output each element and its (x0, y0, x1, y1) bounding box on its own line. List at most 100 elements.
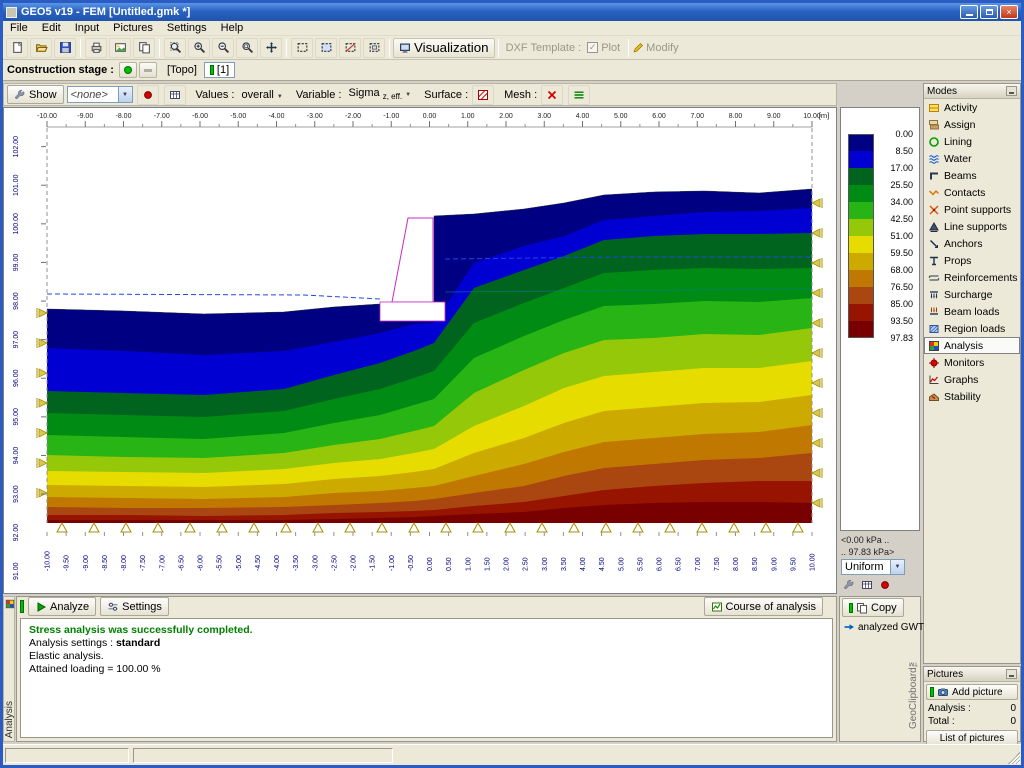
pan-button[interactable] (260, 38, 282, 58)
new-file-button[interactable] (6, 38, 28, 58)
settings-button[interactable]: Settings (100, 597, 169, 616)
minimize-panel-button[interactable] (1006, 86, 1017, 96)
zoom-window-button[interactable] (236, 38, 258, 58)
mesh-lines-button[interactable] (568, 85, 590, 105)
select-remove-button[interactable] (339, 38, 361, 58)
chevron-down-icon[interactable]: ▼ (118, 87, 132, 102)
add-picture-button[interactable]: Add picture (926, 684, 1018, 700)
svg-text:-2.00: -2.00 (345, 113, 361, 120)
legend-value: 51.00 (871, 231, 913, 241)
mode-item-analysis[interactable]: Analysis (924, 337, 1020, 354)
print-button[interactable] (85, 38, 107, 58)
wrench-icon[interactable] (843, 579, 855, 591)
mode-item-water[interactable]: Water (924, 150, 1020, 167)
open-file-button[interactable] (30, 38, 52, 58)
analysis-tab-icon (5, 599, 15, 609)
menu-help[interactable]: Help (214, 21, 251, 35)
assign-icon (928, 119, 940, 131)
svg-text:99.00: 99.00 (13, 254, 20, 272)
plot-checkbox[interactable]: ✓ (587, 42, 598, 53)
analysis-tab-label[interactable]: Analysis (4, 701, 15, 738)
variable-dropdown[interactable]: Sigma z, eff.▼ (344, 85, 415, 103)
stress-contour-plot[interactable]: -10.00-9.00-8.00-7.00-6.00-5.00-4.00-3.0… (4, 108, 836, 593)
svg-text:-9.50: -9.50 (64, 555, 71, 571)
mode-item-lining[interactable]: Lining (924, 133, 1020, 150)
zoom-out-button[interactable] (212, 38, 234, 58)
save-file-button[interactable] (54, 38, 76, 58)
svg-text:4.00: 4.00 (576, 113, 590, 120)
preset-combobox[interactable]: <none> ▼ (67, 86, 133, 103)
values-dropdown[interactable]: overall▼ (237, 87, 286, 103)
mode-item-beams[interactable]: Beams (924, 167, 1020, 184)
legend-value: 68.00 (871, 265, 913, 275)
mode-item-assign[interactable]: Assign (924, 116, 1020, 133)
copy-button[interactable]: Copy (842, 598, 904, 617)
legend-panel: 0.008.5017.0025.5034.0042.5051.0059.5068… (839, 107, 921, 594)
select-rect-button[interactable] (291, 38, 313, 58)
pencil-icon (632, 42, 644, 54)
mode-item-activity[interactable]: Activity (924, 99, 1020, 116)
linesup-icon (928, 221, 940, 233)
minimize-panel-button[interactable] (1006, 669, 1017, 679)
construction-stage-bar: Construction stage : [Topo] [1] (3, 60, 1021, 81)
select-add-button[interactable] (315, 38, 337, 58)
stage-1-tab[interactable]: [1] (204, 62, 235, 78)
mode-item-region-loads[interactable]: Region loads (924, 320, 1020, 337)
main-toolbar: Visualization DXF Template : ✓ Plot Modi… (3, 36, 1021, 60)
distribution-combobox[interactable]: Uniform ▼ (841, 559, 905, 575)
analysis-result-area: Stress analysis was successfully complet… (20, 618, 833, 738)
chevron-down-icon[interactable]: ▼ (890, 560, 904, 574)
remove-stage-button[interactable] (139, 62, 157, 78)
mode-item-beam-loads[interactable]: Beam loads (924, 303, 1020, 320)
mode-item-line-supports[interactable]: Line supports (924, 218, 1020, 235)
stage-topo-tab[interactable]: [Topo] (167, 64, 197, 76)
toolbar-separator (389, 39, 390, 57)
show-button[interactable]: Show (7, 85, 64, 104)
svg-text:3.00: 3.00 (542, 557, 549, 571)
analysis-panel: Analyze Settings Course of analysis Stre… (16, 596, 837, 742)
app-icon (6, 7, 17, 18)
resize-grip[interactable] (1008, 752, 1020, 764)
table-icon[interactable] (861, 579, 873, 591)
results-table-button[interactable] (164, 85, 186, 105)
mode-item-label: Beams (944, 170, 977, 182)
activity-icon (928, 102, 940, 114)
minimize-button[interactable] (960, 5, 978, 19)
copy-button[interactable] (133, 38, 155, 58)
mode-item-monitors[interactable]: Monitors (924, 354, 1020, 371)
menu-pictures[interactable]: Pictures (106, 21, 160, 35)
pictures-title: Pictures (927, 669, 963, 680)
mode-item-label: Monitors (944, 357, 984, 369)
preset-value: <none> (68, 89, 118, 101)
graphs-icon (928, 374, 940, 386)
zoom-in-button[interactable] (188, 38, 210, 58)
mode-item-graphs[interactable]: Graphs (924, 371, 1020, 388)
menu-settings[interactable]: Settings (160, 21, 214, 35)
zoom-all-button[interactable] (164, 38, 186, 58)
close-button[interactable]: × (1000, 5, 1018, 19)
copy-picture-button[interactable] (109, 38, 131, 58)
mode-item-surcharge[interactable]: Surcharge (924, 286, 1020, 303)
surface-style-button[interactable] (472, 85, 494, 105)
mode-item-stability[interactable]: Stability (924, 388, 1020, 405)
legend-max-label: .. 97.83 kPa> (841, 547, 919, 557)
mode-item-props[interactable]: Props (924, 252, 1020, 269)
analyze-button[interactable]: Analyze (28, 597, 96, 616)
svg-text:3.00: 3.00 (537, 113, 551, 120)
drawing-canvas[interactable]: -10.00-9.00-8.00-7.00-6.00-5.00-4.00-3.0… (3, 107, 837, 594)
add-stage-button[interactable] (119, 62, 137, 78)
mode-item-anchors[interactable]: Anchors (924, 235, 1020, 252)
menu-file[interactable]: File (3, 21, 35, 35)
red-dot-icon[interactable] (879, 579, 891, 591)
mode-item-point-supports[interactable]: Point supports (924, 201, 1020, 218)
visualization-button[interactable]: Visualization (393, 38, 495, 58)
menu-input[interactable]: Input (68, 21, 106, 35)
maximize-button[interactable] (980, 5, 998, 19)
mode-item-reinforcements[interactable]: Reinforcements (924, 269, 1020, 286)
mesh-off-button[interactable] (541, 85, 563, 105)
color-scale-button[interactable] (137, 85, 159, 105)
course-of-analysis-button[interactable]: Course of analysis (704, 597, 824, 616)
mode-item-contacts[interactable]: Contacts (924, 184, 1020, 201)
menu-edit[interactable]: Edit (35, 21, 68, 35)
select-invert-button[interactable] (363, 38, 385, 58)
